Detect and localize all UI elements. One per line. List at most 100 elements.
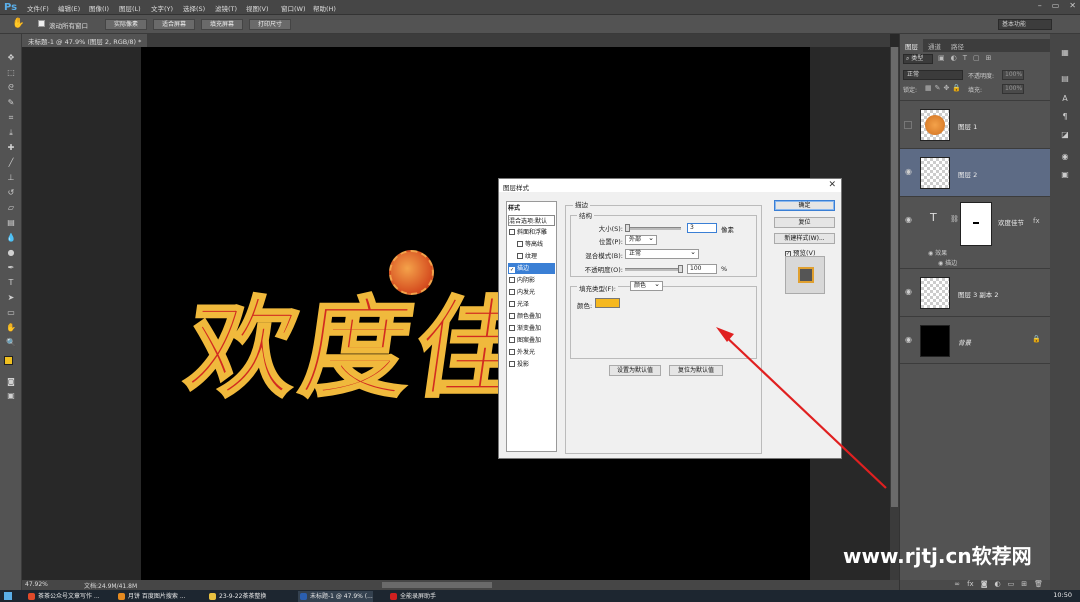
link-layers-icon[interactable]: ∞	[954, 580, 960, 590]
style-item-inner-glow[interactable]: 内发光	[508, 287, 555, 298]
fit-screen-button[interactable]: 适合屏幕	[153, 19, 195, 30]
workspace-select[interactable]: 基本功能	[998, 19, 1052, 30]
crop-tool-icon[interactable]: ⌗	[5, 112, 17, 123]
marquee-tool-icon[interactable]: ⬚	[5, 67, 17, 78]
tab-channels[interactable]: 通道	[923, 39, 946, 52]
layer-name[interactable]: 图层 1	[958, 121, 977, 131]
checkbox-checked[interactable]: ✓	[509, 267, 515, 273]
style-item-blending[interactable]: 混合选项:默认	[508, 215, 555, 226]
menu-edit[interactable]: 编辑(E)	[58, 3, 80, 13]
menu-image[interactable]: 图像(I)	[89, 3, 109, 13]
scroll-all-checkbox[interactable]	[38, 20, 45, 27]
blur-tool-icon[interactable]: 💧	[5, 232, 17, 243]
layer-row[interactable]: 图层 1	[900, 100, 1051, 148]
stamp-tool-icon[interactable]: ⊥	[5, 172, 17, 183]
pen-tool-icon[interactable]: ✒	[5, 262, 17, 273]
taskbar-item[interactable]: 月饼 百度图片搜索 ...	[116, 591, 186, 602]
color-icon[interactable]: ◪	[1059, 130, 1071, 140]
layer-row[interactable]: ◉ 背景 🔒	[900, 316, 1051, 364]
checkbox[interactable]	[517, 253, 523, 259]
add-style-icon[interactable]: fx	[967, 580, 974, 590]
zoom-readout[interactable]: 47.92%	[25, 581, 48, 588]
visibility-toggle[interactable]	[904, 121, 912, 129]
checkbox[interactable]	[517, 241, 523, 247]
fill-screen-button[interactable]: 填充屏幕	[201, 19, 243, 30]
checkbox[interactable]	[509, 301, 515, 307]
adjust-icon[interactable]: ▤	[1059, 74, 1071, 84]
checkbox[interactable]	[509, 361, 515, 367]
screen-mode-icon[interactable]: ▣	[5, 390, 17, 401]
quick-mask-icon[interactable]: ◙	[5, 376, 17, 387]
move-tool-icon[interactable]: ✥	[5, 52, 17, 63]
type-tool-icon[interactable]: T	[5, 277, 17, 288]
start-icon[interactable]	[4, 592, 12, 600]
taskbar-item[interactable]: 全能录屏助手	[388, 591, 436, 602]
eye-icon[interactable]: ◉	[905, 335, 912, 344]
taskbar-clock[interactable]: 10:50	[1053, 591, 1072, 599]
foreground-color-swatch[interactable]	[4, 356, 13, 365]
set-default-button[interactable]: 设置为默认值	[609, 365, 661, 376]
delete-layer-icon[interactable]: 🗑	[1034, 580, 1043, 590]
checkbox[interactable]	[509, 349, 515, 355]
adjustment-icon[interactable]: ◐	[995, 580, 1001, 590]
checkbox[interactable]	[509, 277, 515, 283]
reset-button[interactable]: 复位	[774, 217, 835, 228]
taskbar-item[interactable]: 23-9-22茶茶整换	[207, 591, 266, 602]
stroke-color-swatch[interactable]	[595, 298, 620, 308]
history-brush-tool-icon[interactable]: ↺	[5, 187, 17, 198]
group-icon[interactable]: ▭	[1008, 580, 1015, 590]
style-item-bevel[interactable]: 斜面和浮雕	[508, 227, 555, 238]
ok-button[interactable]: 确定	[774, 200, 835, 211]
style-item-color-overlay[interactable]: 颜色叠加	[508, 311, 555, 322]
style-item-drop-shadow[interactable]: 投影	[508, 359, 555, 370]
effect-item-stroke[interactable]: ◉ 描边	[938, 258, 957, 267]
path-select-tool-icon[interactable]: ➤	[5, 292, 17, 303]
fill-field[interactable]: 100%	[1002, 84, 1024, 94]
menu-window[interactable]: 窗口(W)	[281, 3, 306, 13]
style-item-stroke[interactable]: ✓ 描边	[508, 263, 555, 274]
taskbar-item-active[interactable]: 未标题-1 @ 47.9% (...	[298, 591, 373, 602]
horizontal-scrollbar[interactable]	[382, 582, 492, 588]
hand-tool-icon[interactable]: ✋	[12, 18, 24, 29]
checkbox[interactable]	[509, 325, 515, 331]
brush-tool-icon[interactable]: ╱	[5, 157, 17, 168]
size-slider[interactable]	[625, 224, 681, 232]
gradient-tool-icon[interactable]: ▤	[5, 217, 17, 228]
add-mask-icon[interactable]: ◙	[981, 580, 988, 590]
opacity-slider[interactable]	[625, 265, 683, 273]
layer-name[interactable]: 背景	[958, 337, 971, 347]
menu-select[interactable]: 选择(S)	[183, 3, 205, 13]
blend-mode-select[interactable]: 正常	[625, 248, 699, 259]
eye-icon[interactable]: ◉	[905, 167, 912, 176]
checkbox[interactable]	[509, 289, 515, 295]
minimize-button[interactable]: –	[1038, 1, 1042, 10]
layer-row[interactable]: ◉ 图层 3 副本 2	[900, 268, 1051, 316]
tab-layers[interactable]: 图层	[900, 39, 923, 52]
dodge-tool-icon[interactable]: ●	[5, 247, 17, 258]
shape-tool-icon[interactable]: ▭	[5, 307, 17, 318]
healing-tool-icon[interactable]: ✚	[5, 142, 17, 153]
lasso-tool-icon[interactable]: ᘓ	[5, 82, 17, 93]
layer-name[interactable]: 欢度佳节	[998, 217, 1024, 227]
opacity-field[interactable]: 100	[687, 264, 717, 274]
zoom-tool-icon[interactable]: 🔍	[5, 337, 17, 348]
dialog-close-icon[interactable]: ✕	[828, 180, 836, 190]
checkbox[interactable]	[509, 229, 515, 235]
eye-icon[interactable]: ◉	[905, 215, 912, 224]
history-icon[interactable]: ▦	[1059, 48, 1071, 58]
quick-select-tool-icon[interactable]: ✎	[5, 97, 17, 108]
style-item-inner-shadow[interactable]: 内阴影	[508, 275, 555, 286]
layer-name[interactable]: 图层 3 副本 2	[958, 289, 998, 299]
paragraph-icon[interactable]: ¶	[1059, 112, 1071, 122]
style-item-texture[interactable]: 纹理	[508, 251, 555, 262]
checkbox[interactable]	[509, 313, 515, 319]
menu-help[interactable]: 帮助(H)	[313, 3, 336, 13]
eyedropper-tool-icon[interactable]: ⤓	[5, 127, 17, 138]
layer-name[interactable]: 图层 2	[958, 169, 977, 179]
taskbar-item[interactable]: 茶茶公众号文章写作 ...	[26, 591, 100, 602]
fx-icon[interactable]: fx	[1033, 217, 1040, 225]
style-item-satin[interactable]: 光泽	[508, 299, 555, 310]
menu-layer[interactable]: 图层(L)	[119, 3, 141, 13]
layer-blend-select[interactable]: 正常	[903, 70, 963, 80]
style-item-pattern-overlay[interactable]: 图案叠加	[508, 335, 555, 346]
